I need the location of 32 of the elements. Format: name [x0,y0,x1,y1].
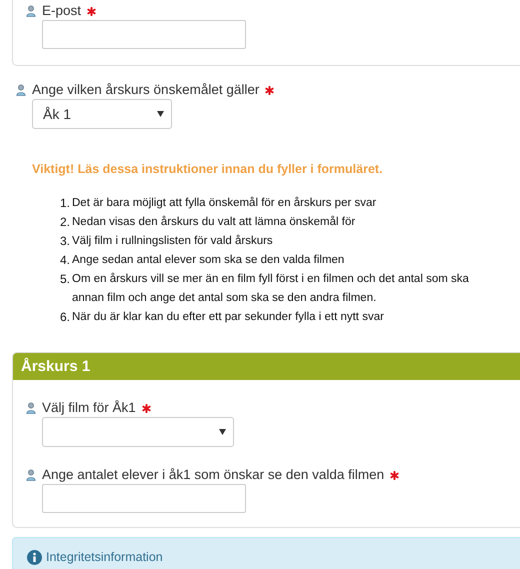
instruction-text: Nedan visas den årskurs du valt att lämna önskemål för [72,214,356,230]
list-number: 5. [58,271,71,288]
instruction-text: Ange sedan antal elever som ska se den valda filmen [72,253,344,268]
list-number: 6. [58,309,71,326]
section-title: Årskurs 1 [21,358,90,376]
field-label: E-post [42,3,82,19]
person-icon [26,402,36,414]
privacy-label: Integritetsinformation [46,549,163,565]
instruction-text: Det är bara möjligt att fylla önskemål för en årskurs per svar [72,196,376,211]
list-number: 4. [58,252,71,269]
instruction-text: Om en årskurs vill se mer än en film fyll först i en filmen och det antal som ska [72,272,469,287]
instruction-text: Välj film i rullningslisten för vald årskurs [72,234,273,249]
instructions-heading: Viktigt! Läs dessa instruktioner innan du fyller i formuläret. [32,161,384,177]
privacy-bar[interactable]: Integritetsinformation [12,537,520,569]
list-number: 2. [58,214,71,231]
input-field[interactable] [42,20,246,49]
list-number: 1. [58,195,71,212]
info-icon [27,550,42,564]
person-icon [16,84,26,96]
instruction-text: När du är klar kan du efter ett par sekunder fylla i ett nytt svar [72,310,384,325]
field-label: Välj film för Åk1 [42,400,136,416]
input-field[interactable] [42,484,246,513]
person-icon [26,5,36,17]
person-icon [26,469,36,481]
dropdown[interactable] [42,417,234,447]
field-label: Ange antalet elever i åk1 som önskar se den valda filmen [42,467,384,483]
caret-icon [157,111,164,117]
field-label: Ange vilken årskurs önskemålet gäller [32,82,260,98]
caret-icon [219,429,226,435]
instruction-text: annan film och ange det antal som ska se den andra filmen. [72,291,378,306]
dropdown[interactable]: Åk 1 [32,99,172,129]
list-number: 3. [58,233,71,250]
